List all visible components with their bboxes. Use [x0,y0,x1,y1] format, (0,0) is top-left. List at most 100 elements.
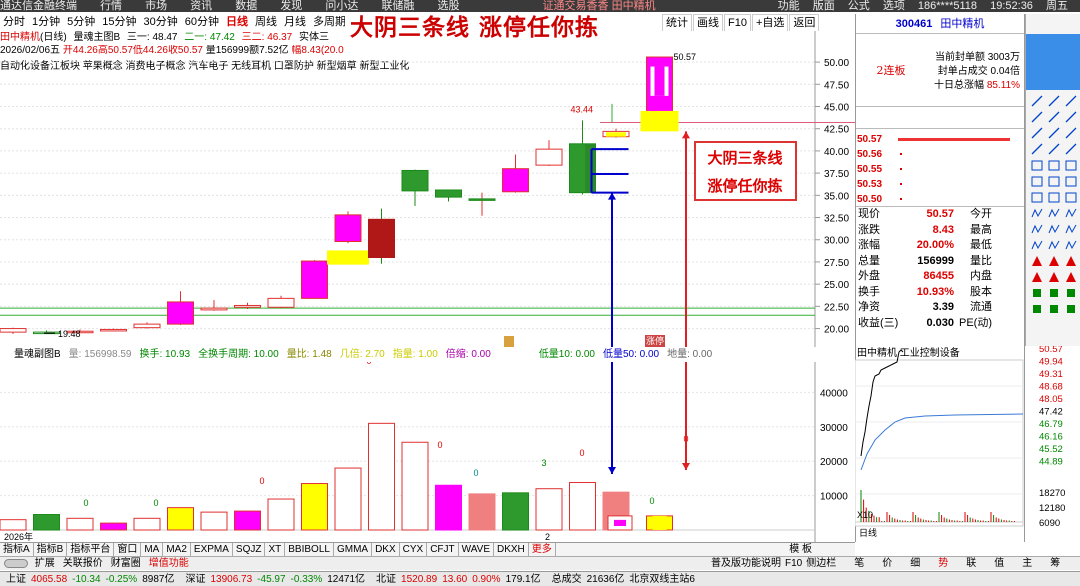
expand-button[interactable]: 扩展 [31,557,59,570]
wave-tool-icon[interactable] [1048,240,1060,250]
tab-ma2[interactable]: MA2 [163,543,191,556]
line-tool-icon[interactable] [1048,127,1060,139]
sub-indicator-name[interactable]: 量魂副图B [14,349,61,360]
shape-tool-icon[interactable] [1048,192,1060,203]
tf-1m[interactable]: 1分钟 [29,14,63,31]
line-tool-icon[interactable] [1065,127,1077,139]
line-tool-icon[interactable] [1048,143,1060,155]
wave-tool-icon[interactable] [1031,208,1043,218]
candle-body[interactable] [502,168,529,193]
value-added-button[interactable]: 增值功能 [145,557,193,570]
intraday-chart[interactable]: 田中精机 工业控制设备40000300002000010000X10日线 [855,346,1025,542]
candle-body[interactable] [535,148,563,166]
shape-tool-icon[interactable] [1048,160,1060,171]
wave-tool-icon[interactable] [1031,224,1043,234]
volume-bar[interactable] [401,441,429,531]
f10-link[interactable]: F10 [785,557,802,570]
shape-tool-icon[interactable] [1065,192,1077,203]
volume-bar[interactable] [234,510,261,531]
tab-indicator-a[interactable]: 指标A [0,543,34,556]
line-tool-icon[interactable] [1031,111,1043,123]
tf-15m[interactable]: 15分钟 [99,14,139,31]
color-tool-icon[interactable] [1033,289,1041,297]
status-item[interactable]: 上证 [6,574,26,585]
tf-monthly[interactable]: 月线 [281,14,309,31]
tab-dkxh[interactable]: DKXH [494,543,529,556]
drawing-tools[interactable] [1026,90,1080,340]
sidebar-button[interactable]: 侧边栏 [802,557,840,570]
line-tool-icon[interactable] [1031,143,1043,155]
tab-dkx[interactable]: DKX [372,543,400,556]
volume-bar[interactable] [368,422,395,531]
tf-tick[interactable]: 分时 [0,14,28,31]
tab-bbiboll[interactable]: BBIBOLL [285,543,334,556]
wave-tool-icon[interactable] [1065,240,1077,250]
menu-options[interactable]: 选项 [883,0,905,12]
status-item[interactable]: 深证 [185,574,205,585]
tab-chips[interactable]: 筹 [1046,557,1064,570]
tab-xt[interactable]: XT [265,543,286,556]
tab-gmma[interactable]: GMMA [334,543,373,556]
candle-body[interactable] [468,198,496,201]
status-item[interactable]: 总成交 [552,574,582,585]
line-tool-icon[interactable] [1031,95,1043,107]
candlestick-chart[interactable]: 20.00 22.50 25.00 27.50 30.00 32.50 35.00 37.50… [0,31,855,347]
candle-body[interactable] [133,323,161,329]
candle-body[interactable] [301,260,328,299]
volume-chart[interactable]: 1000020000300004000000000300002026年2 [0,362,855,542]
volume-bar[interactable] [301,483,328,531]
mark-tool-icon[interactable] [1032,272,1042,282]
tab-trend[interactable]: 势 [934,557,952,570]
wave-tool-icon[interactable] [1065,208,1077,218]
candle-body[interactable] [200,307,228,311]
line-tool-icon[interactable] [1048,95,1060,107]
shape-tool-icon[interactable] [1031,192,1043,203]
tab-ma[interactable]: MA [141,543,164,556]
candle-body[interactable] [0,328,27,333]
tab-indicator-b[interactable]: 指标B [34,543,68,556]
menu-news[interactable]: 资讯 [190,0,212,12]
wave-tool-icon[interactable] [1065,224,1077,234]
color-tool-icon[interactable] [1050,305,1058,313]
candle-body[interactable] [167,301,194,325]
line-tool-icon[interactable] [1065,111,1077,123]
tf-60m[interactable]: 60分钟 [182,14,222,31]
candle-body[interactable] [234,304,261,308]
tab-window[interactable]: 窗口 [114,543,142,556]
back-button[interactable]: 返回 [789,14,820,31]
line-tool-icon[interactable] [1048,111,1060,123]
volume-bar[interactable] [502,492,529,531]
volume-bar[interactable] [33,514,60,531]
tab-wave[interactable]: WAVE [459,543,494,556]
candle-body[interactable] [100,328,127,332]
tf-30m[interactable]: 30分钟 [141,14,181,31]
volume-bar[interactable] [200,511,228,531]
wave-tool-icon[interactable] [1048,208,1060,218]
stats-button[interactable]: 统计 [662,14,692,31]
menu-market[interactable]: 行情 [100,0,122,12]
wave-tool-icon[interactable] [1031,240,1043,250]
toggle-icon[interactable] [4,558,28,568]
volume-bar[interactable] [267,498,295,531]
tab-price[interactable]: 价 [878,557,896,570]
user-phone[interactable]: 186****5118 [918,0,977,12]
shape-tool-icon[interactable] [1031,160,1043,171]
tf-multi[interactable]: 多周期 [310,14,345,31]
wave-tool-icon[interactable] [1048,224,1060,234]
menu-board[interactable]: 市场 [145,0,167,12]
tf-weekly[interactable]: 周线 [252,14,280,31]
tab-detail[interactable]: 细 [906,557,924,570]
candle-body[interactable] [267,297,295,308]
tab-sqjz[interactable]: SQJZ [233,543,266,556]
tab-strokes[interactable]: 笔 [850,557,868,570]
mark-tool-icon[interactable] [1032,256,1042,266]
candle-body[interactable] [334,214,362,243]
volume-bar[interactable] [468,493,496,531]
menu-function[interactable]: 功能 [778,0,800,12]
draw-button[interactable]: 画线 [693,14,723,31]
stock-header[interactable]: 300461 田中精机 [856,14,1024,34]
status-item[interactable]: 北证 [376,574,396,585]
line-tool-icon[interactable] [1031,127,1043,139]
shape-tool-icon[interactable] [1065,176,1077,187]
tab-link[interactable]: 联 [962,557,980,570]
